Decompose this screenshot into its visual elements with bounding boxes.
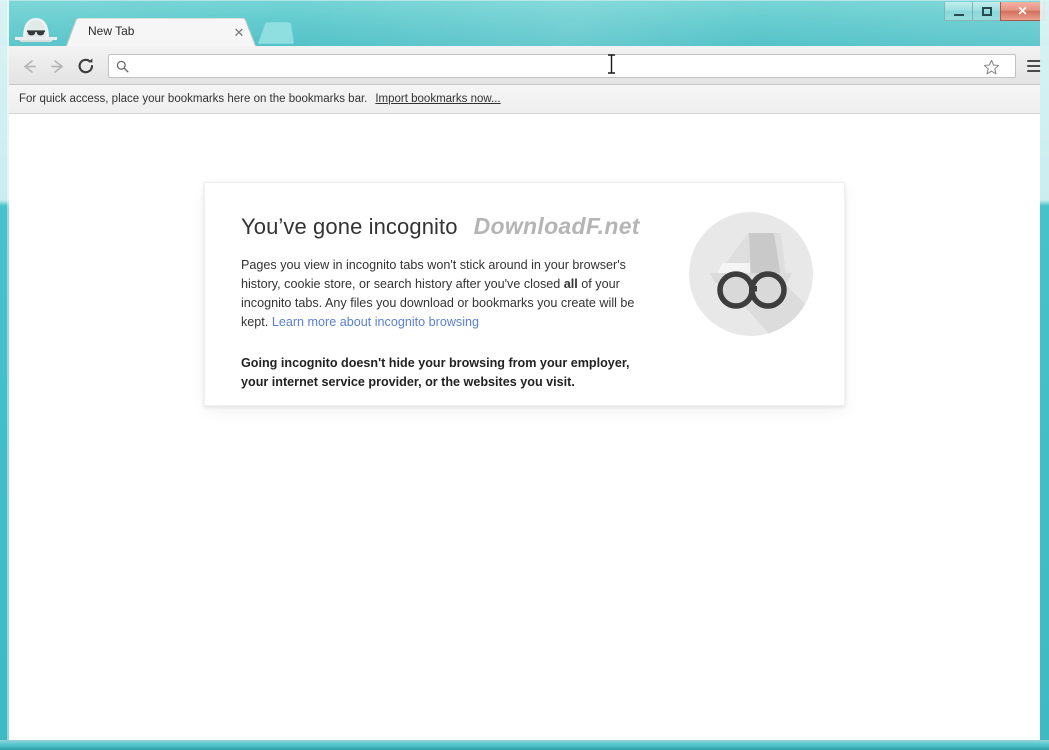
tab-title: New Tab: [88, 24, 135, 38]
incognito-warning: Going incognito doesn't hide your browsi…: [241, 356, 630, 389]
window-close-button[interactable]: ✕: [1000, 2, 1045, 21]
omnibox-input[interactable]: [130, 56, 1015, 76]
tab-strip: New Tab ✕ ✕: [0, 0, 1049, 47]
browser-toolbar: [9, 46, 1042, 85]
bookmarks-bar: For quick access, place your bookmarks h…: [9, 85, 1040, 114]
back-button[interactable]: [17, 54, 41, 78]
maximize-icon: [973, 2, 1000, 20]
incognito-card: You’ve gone incognito DownloadF.net Page…: [204, 182, 845, 406]
minimize-icon: [945, 2, 972, 20]
window-minimize-button[interactable]: [944, 2, 973, 21]
new-tab-button[interactable]: [257, 21, 295, 45]
back-arrow-icon: [23, 59, 36, 73]
browser-window: New Tab ✕ ✕ For quick access, place your…: [0, 0, 1049, 750]
forward-button[interactable]: [45, 54, 69, 78]
reload-icon: [78, 58, 94, 74]
description-emphasis: all: [563, 277, 578, 291]
window-controls: ✕: [944, 2, 1045, 21]
omnibox[interactable]: [108, 54, 1016, 78]
bookmark-star-button[interactable]: [983, 59, 1001, 77]
page-title: You’ve gone incognito: [241, 214, 458, 239]
incognito-spy-illustration: [688, 211, 814, 337]
bookmarks-bar-hint: For quick access, place your bookmarks h…: [19, 93, 368, 105]
search-icon: [115, 59, 130, 74]
window-frame-bottom-edge: [0, 740, 1049, 750]
learn-more-link[interactable]: Learn more about incognito browsing: [272, 315, 479, 329]
star-icon: [983, 59, 1000, 75]
page-content: You’ve gone incognito DownloadF.net Page…: [9, 114, 1040, 740]
incognito-description: Pages you view in incognito tabs won't s…: [241, 256, 656, 332]
window-frame-right-edge: [1040, 0, 1049, 750]
reload-button[interactable]: [74, 54, 98, 78]
incognito-spy-icon: [15, 18, 57, 42]
window-maximize-button[interactable]: [972, 2, 1001, 21]
tab-new-tab[interactable]: New Tab ✕: [66, 18, 256, 47]
incognito-avatar-button[interactable]: [10, 12, 62, 46]
new-tab-button-shape: [257, 21, 295, 45]
close-icon: ✕: [1017, 4, 1028, 18]
window-frame-left-edge: [0, 0, 9, 750]
watermark-text: DownloadF.net: [473, 213, 640, 239]
import-bookmarks-link[interactable]: Import bookmarks now...: [375, 93, 500, 105]
forward-arrow-icon: [50, 59, 63, 73]
tab-close-button[interactable]: ✕: [231, 25, 247, 41]
